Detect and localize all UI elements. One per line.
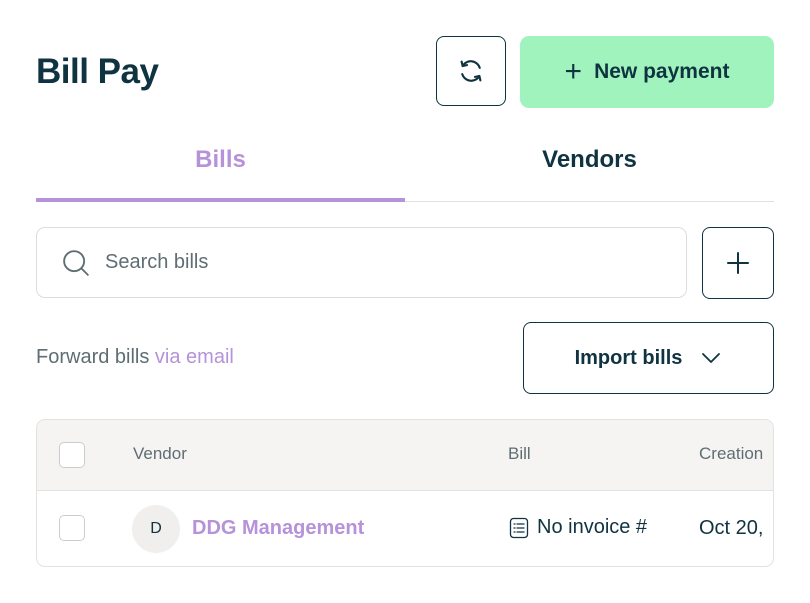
refresh-button[interactable] — [436, 36, 506, 106]
plus-icon — [727, 252, 749, 274]
bill-cell: No invoice # — [509, 516, 647, 539]
chevron-down-icon — [702, 353, 721, 363]
row-checkbox[interactable] — [59, 515, 85, 541]
bills-table: Vendor Bill Creation D DDG Management No… — [36, 419, 774, 567]
forward-bills-text: Forward bills via email — [36, 346, 234, 369]
search-box[interactable] — [36, 227, 687, 298]
receipt-icon — [509, 517, 529, 538]
tab-bills[interactable]: Bills — [36, 138, 405, 200]
add-bill-button[interactable] — [702, 227, 774, 299]
vendor-name-link[interactable]: DDG Management — [192, 517, 364, 540]
import-bills-label: Import bills — [574, 346, 683, 369]
table-row[interactable]: D DDG Management No invoice # Oct 20, — [37, 491, 773, 566]
search-icon — [63, 249, 89, 276]
refresh-icon — [460, 60, 482, 82]
select-all-checkbox[interactable] — [59, 442, 85, 468]
page-title: Bill Pay — [36, 52, 159, 91]
plus-icon: + — [564, 55, 583, 88]
active-tab-indicator — [36, 198, 405, 202]
creation-date: Oct 20, — [699, 517, 764, 539]
import-bills-button[interactable]: Import bills — [523, 322, 774, 394]
column-header-vendor[interactable]: Vendor — [133, 444, 187, 464]
table-header: Vendor Bill Creation — [37, 420, 773, 491]
column-header-bill[interactable]: Bill — [508, 444, 531, 464]
new-payment-button[interactable]: + New payment — [520, 36, 774, 108]
tab-bar: Bills Vendors — [36, 138, 774, 202]
bill-number: No invoice # — [537, 516, 648, 538]
tab-vendors[interactable]: Vendors — [405, 138, 774, 200]
search-input[interactable] — [103, 250, 607, 275]
column-header-creation[interactable]: Creation — [699, 444, 763, 464]
avatar: D — [132, 505, 180, 553]
forward-bills-label: Forward bills — [36, 346, 155, 368]
via-email-link[interactable]: via email — [155, 346, 234, 368]
new-payment-label: New payment — [594, 60, 730, 83]
